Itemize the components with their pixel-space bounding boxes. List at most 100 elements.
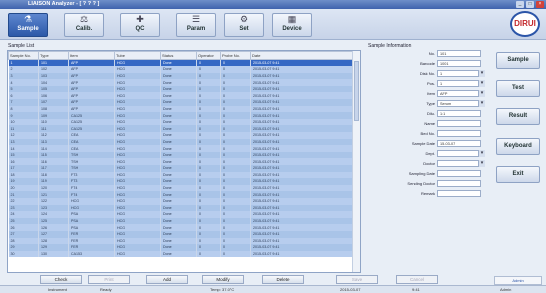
table-row[interactable]: 14 114 CEA HCG Done 0 0 2015-03-07 9:41	[8, 145, 355, 152]
table-cell: 0	[196, 158, 221, 165]
minimize-icon[interactable]: _	[516, 1, 524, 8]
table-row[interactable]: 23 123 HCG HCG Done 0 0 2015-03-07 9:41	[8, 204, 355, 212]
info-field-input[interactable]	[437, 170, 481, 177]
table-row[interactable]: 24 124 PSA HCG Done 0 0 2015-03-07 9:41	[8, 211, 355, 218]
delete-button[interactable]: Delete	[262, 275, 304, 284]
info-field-dropdown[interactable]: 1	[437, 80, 485, 87]
print-button[interactable]: Print	[88, 275, 130, 284]
table-cell: 2015-03-07 9:41	[250, 112, 355, 119]
table-cell: 5	[8, 85, 39, 93]
table-cell: 0	[196, 217, 221, 225]
table-row[interactable]: 7 107 AFP HCG Done 0 0 2015-03-07 9:41	[8, 99, 355, 106]
table-row[interactable]: 4 104 AFP HCG Done 0 0 2015-03-07 9:41	[8, 79, 355, 86]
info-field-dropdown[interactable]	[437, 160, 485, 167]
table-row[interactable]: 19 119 FT3 HCG Done 0 0 2015-03-07 9:41	[8, 178, 355, 185]
column-header[interactable]: Probe No.	[220, 51, 251, 60]
table-row[interactable]: 22 122 HCG HCG Done 0 0 2015-03-07 9:41	[8, 197, 355, 205]
table-row[interactable]: 17 117 TSH HCG Done 0 0 2015-03-07 9:41	[8, 165, 355, 172]
column-header[interactable]: Date	[250, 51, 355, 60]
column-header[interactable]: Sample No.	[8, 51, 39, 60]
side-exit-button[interactable]: Exit	[496, 166, 540, 183]
table-cell: 0	[196, 171, 221, 179]
side-sample-button[interactable]: Sample	[496, 52, 540, 69]
toolbar-param-button[interactable]: ☰ Param	[176, 13, 216, 37]
scrollbar-thumb[interactable]	[354, 61, 359, 121]
toolbar-device-button[interactable]: ▦ Device	[272, 13, 312, 37]
side-result-button[interactable]: Result	[496, 108, 540, 125]
table-row[interactable]: 9 109 CA125 HCG Done 0 0 2015-03-07 9:41	[8, 112, 355, 119]
table-row[interactable]: 2 102 AFP HCG Done 0 0 2015-03-07 9:41	[8, 66, 355, 73]
info-field-dropdown[interactable]: Serum	[437, 100, 485, 107]
table-row[interactable]: 6 106 AFP HCG Done 0 0 2015-03-07 9:41	[8, 92, 355, 100]
table-header-row: Sample No. Type Item Tube Status Operato…	[8, 51, 355, 60]
table-row[interactable]: 25 125 PSA HCG Done 0 0 2015-03-07 9:41	[8, 217, 355, 225]
table-row[interactable]: 26 126 PSA HCG Done 0 0 2015-03-07 9:41	[8, 224, 355, 231]
table-scrollbar[interactable]	[352, 51, 360, 272]
column-header[interactable]: Type	[38, 51, 69, 60]
info-field-dropdown[interactable]	[437, 150, 485, 157]
table-cell: AFP	[68, 85, 115, 93]
toolbar-calib-button[interactable]: ⚖ Calib.	[64, 13, 104, 37]
column-header[interactable]: Item	[68, 51, 115, 60]
info-field-input[interactable]	[437, 120, 481, 127]
info-field-input[interactable]: 1001	[437, 60, 481, 67]
table-row[interactable]: 10 110 CA125 HCG Done 0 0 2015-03-07 9:41	[8, 118, 355, 126]
table-row[interactable]: 18 118 FT3 HCG Done 0 0 2015-03-07 9:41	[8, 171, 355, 179]
table-row[interactable]: 28 128 FER HCG Done 0 0 2015-03-07 9:41	[8, 237, 355, 245]
info-field-input[interactable]: 15-03-07	[437, 140, 481, 147]
table-row[interactable]: 27 127 FER HCG Done 0 0 2015-03-07 9:41	[8, 230, 355, 238]
check-button[interactable]: Check	[40, 275, 82, 284]
table-row[interactable]: 11 111 CA125 HCG Done 0 0 2015-03-07 9:41	[8, 125, 355, 133]
table-row[interactable]: 8 108 AFP HCG Done 0 0 2015-03-07 9:41	[8, 105, 355, 113]
info-field-input[interactable]	[437, 180, 481, 187]
table-cell: HCG	[114, 237, 161, 245]
table-cell: 27	[8, 230, 39, 238]
table-cell: 13	[8, 138, 39, 146]
table-row[interactable]: 1 101 AFP HCG Done 0 0 2015-03-07 9:41	[8, 59, 355, 67]
info-field-input[interactable]: 1:1	[437, 110, 481, 117]
table-cell: Done	[160, 145, 197, 152]
table-cell: 0	[196, 145, 221, 152]
table-cell: HCG	[68, 197, 115, 205]
info-field-input[interactable]: 101	[437, 50, 481, 57]
table-cell: 104	[38, 79, 69, 86]
table-row[interactable]: 12 112 CEA HCG Done 0 0 2015-03-07 9:41	[8, 132, 355, 139]
table-cell: 8	[8, 105, 39, 113]
info-field-row: Disk No. 1	[367, 70, 489, 78]
side-keyboard-button[interactable]: Keyboard	[496, 138, 540, 155]
toolbar-sample-button[interactable]: ⚗ Sample	[8, 13, 48, 37]
modify-button[interactable]: Modify	[202, 275, 244, 284]
table-row[interactable]: 29 129 FER HCG Done 0 0 2015-03-07 9:41	[8, 244, 355, 251]
save-button[interactable]: Save	[336, 275, 378, 284]
table-cell: 0	[196, 92, 221, 100]
info-field-label: Remark	[420, 191, 435, 196]
toolbar-button-label: Set	[239, 26, 249, 32]
table-row[interactable]: 16 116 TSH HCG Done 0 0 2015-03-07 9:41	[8, 158, 355, 165]
info-field-input[interactable]	[437, 130, 481, 137]
table-cell: 2015-03-07 9:41	[250, 191, 355, 198]
maximize-icon[interactable]: □	[526, 1, 534, 8]
info-field-dropdown[interactable]: AFP	[437, 90, 485, 97]
toolbar-qc-button[interactable]: ✚ QC	[120, 13, 160, 37]
cancel-button[interactable]: Cancel	[396, 275, 438, 284]
sample-table[interactable]: Sample No. Type Item Tube Status Operato…	[7, 50, 361, 273]
table-row[interactable]: 5 105 AFP HCG Done 0 0 2015-03-07 9:41	[8, 85, 355, 93]
table-row[interactable]: 13 113 CEA HCG Done 0 0 2015-03-07 9:41	[8, 138, 355, 146]
table-cell: 0	[220, 191, 251, 198]
side-test-button[interactable]: Test	[496, 80, 540, 97]
table-cell: HCG	[114, 72, 161, 80]
table-row[interactable]: 30 130 CA153 HCG Done 0 0 2015-03-07 9:41	[8, 250, 355, 258]
add-button[interactable]: Add	[146, 275, 188, 284]
column-header[interactable]: Status	[160, 51, 197, 60]
table-row[interactable]: 3 103 AFP HCG Done 0 0 2015-03-07 9:41	[8, 72, 355, 80]
column-header[interactable]: Tube	[114, 51, 161, 60]
close-icon[interactable]: ×	[536, 1, 544, 8]
table-row[interactable]: 20 120 FT4 HCG Done 0 0 2015-03-07 9:41	[8, 184, 355, 192]
user-indicator[interactable]: Admin	[494, 276, 542, 285]
info-field-dropdown[interactable]: 1	[437, 70, 485, 77]
info-field-input[interactable]	[437, 190, 481, 197]
table-row[interactable]: 15 115 TSH HCG Done 0 0 2015-03-07 9:41	[8, 151, 355, 159]
table-row[interactable]: 21 121 FT4 HCG Done 0 0 2015-03-07 9:41	[8, 191, 355, 198]
toolbar-set-button[interactable]: ⚙ Set	[224, 13, 264, 37]
column-header[interactable]: Operator	[196, 51, 221, 60]
